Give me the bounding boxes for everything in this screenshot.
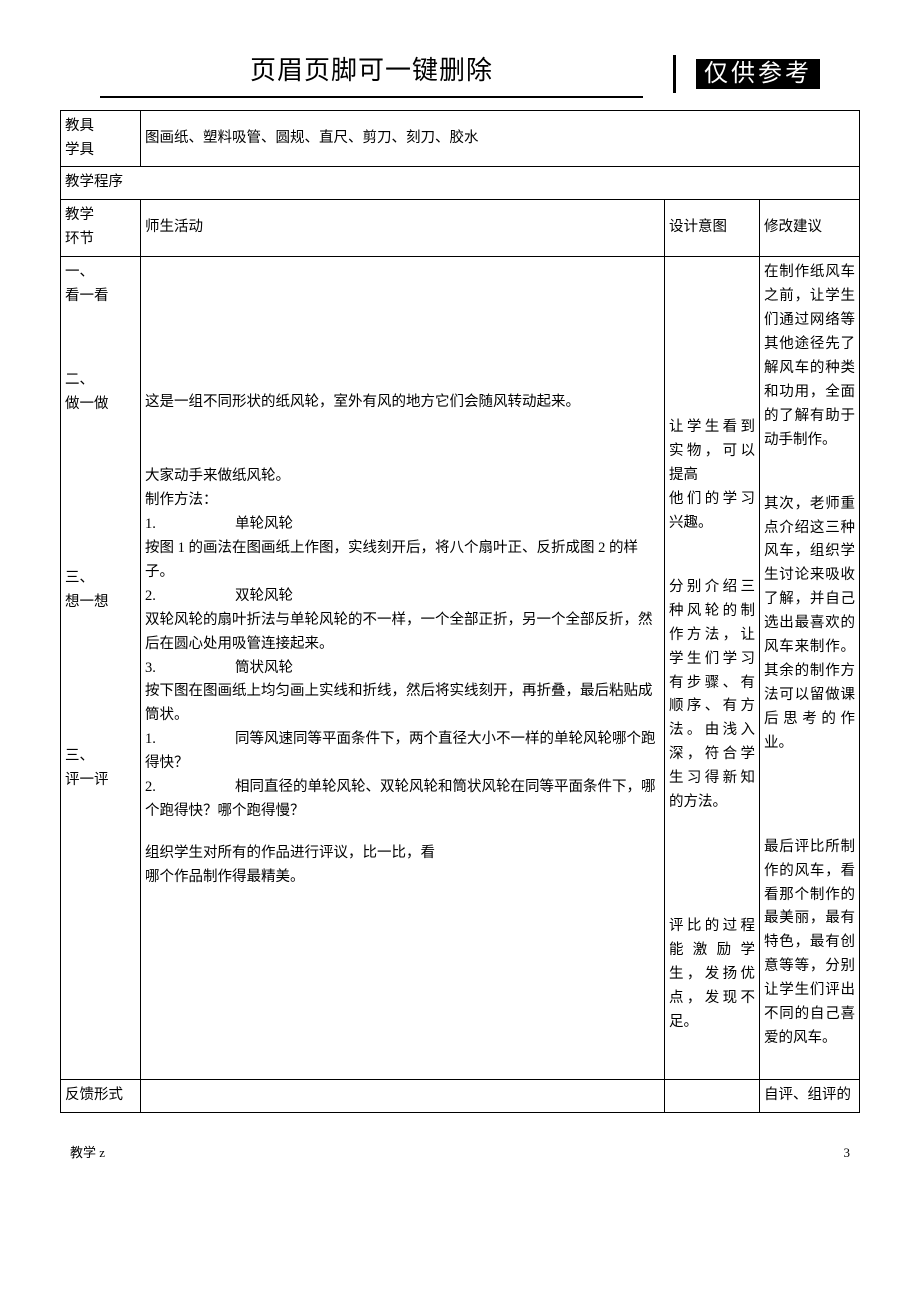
- item1-body: 按图 1 的画法在图画纸上作图，实线刻开后，将八个扇叶正、反折成图 2 的样子。: [145, 537, 660, 585]
- feedback-col4: 自评、组评的: [759, 1079, 859, 1112]
- page-footer: 教学 z 3: [60, 1143, 860, 1164]
- header-title: 页眉页脚可一键删除: [250, 56, 493, 85]
- stage-1: 一、 看一看: [65, 261, 136, 309]
- feedback-col3: [664, 1079, 759, 1112]
- q2-num: 2.: [145, 776, 235, 800]
- activity-2: 大家动手来做纸风轮。 制作方法： 1.单轮风轮 按图 1 的画法在图画纸上作图，…: [145, 465, 660, 728]
- suggestion-3: 最后评比所制作的风车，看看那个制作的最美丽，最有特色，最有创意等等，分别让学生们…: [764, 836, 855, 1051]
- suggestions-cell: 在制作纸风车之前，让学生们通过网络等其他途径先了解风车的种类和功用，全面的了解有…: [759, 257, 859, 1079]
- activity-2-method-label: 制作方法：: [145, 489, 660, 513]
- footer-page-number: 3: [844, 1143, 851, 1164]
- intent-1: 让学生看到实物，可以提高 他们的学习兴趣。: [669, 416, 755, 536]
- table-row-feedback: 反馈形式 自评、组评的: [61, 1079, 860, 1112]
- program-label: 教学程序: [61, 167, 860, 200]
- header-badge-wrap: 仅供参考: [673, 55, 820, 93]
- intent-2: 分别介绍三种风轮的制作方法，让学生们学习有步骤、有顺序、有方法。由浅入深，符合学…: [669, 576, 755, 815]
- lesson-plan-table: 教具 学具 图画纸、塑料吸管、圆规、直尺、剪刀、刻刀、胶水 教学程序 教学 环节…: [60, 110, 860, 1113]
- q1-num: 1.: [145, 728, 235, 752]
- tools-label: 教具 学具: [61, 110, 141, 167]
- feedback-label: 反馈形式: [61, 1079, 141, 1112]
- activity-4: 组织学生对所有的作品进行评议，比一比，看 哪个作品制作得最精美。: [145, 842, 660, 890]
- intents-cell: 让学生看到实物，可以提高 他们的学习兴趣。 分别介绍三种风轮的制作方法，让学生们…: [664, 257, 759, 1079]
- suggestion-2: 其次，老师重点介绍这三种风车，组织学生讨论来吸收了解，并自己选出最喜欢的风车来制…: [764, 493, 855, 756]
- stages-cell: 一、 看一看 二、 做一做 三、 想一想 三、 评一评: [61, 257, 141, 1079]
- item3-num: 3.: [145, 657, 235, 681]
- header-suggestion: 修改建议: [759, 200, 859, 257]
- header-badge: 仅供参考: [696, 59, 820, 89]
- method-item-2: 2.双轮风轮 双轮风轮的扇叶折法与单轮风轮的不一样，一个全部正折，另一个全部反折…: [145, 585, 660, 657]
- activity-1: 这是一组不同形状的纸风轮，室外有风的地方它们会随风转动起来。: [145, 391, 660, 415]
- stage-4: 三、 评一评: [65, 745, 136, 793]
- item2-title: 双轮风轮: [235, 588, 293, 604]
- header-intent: 设计意图: [664, 200, 759, 257]
- item1-num: 1.: [145, 513, 235, 537]
- method-item-1: 1.单轮风轮 按图 1 的画法在图画纸上作图，实线刻开后，将八个扇叶正、反折成图…: [145, 513, 660, 585]
- table-row-program: 教学程序: [61, 167, 860, 200]
- table-row-main: 一、 看一看 二、 做一做 三、 想一想 三、 评一评 这是一组不同形状的纸风轮…: [61, 257, 860, 1079]
- item3-body: 按下图在图画纸上均匀画上实线和折线，然后将实线刻开，再折叠，最后粘贴成筒状。: [145, 680, 660, 728]
- item3-title: 筒状风轮: [235, 660, 293, 676]
- method-item-3: 3.筒状风轮 按下图在图画纸上均匀画上实线和折线，然后将实线刻开，再折叠，最后粘…: [145, 657, 660, 729]
- header-title-wrap: 页眉页脚可一键删除: [100, 50, 643, 98]
- item1-title: 单轮风轮: [235, 516, 293, 532]
- item2-num: 2.: [145, 585, 235, 609]
- item2-body: 双轮风轮的扇叶折法与单轮风轮的不一样，一个全部正折，另一个全部反折，然后在圆心处…: [145, 609, 660, 657]
- activities-cell: 这是一组不同形状的纸风轮，室外有风的地方它们会随风转动起来。 大家动手来做纸风轮…: [141, 257, 665, 1079]
- question-2: 2.相同直径的单轮风轮、双轮风轮和筒状风轮在同等平面条件下，哪个跑得快？哪个跑得…: [145, 776, 660, 824]
- stage-3: 三、 想一想: [65, 567, 136, 615]
- page-header: 页眉页脚可一键删除 仅供参考: [60, 50, 860, 98]
- table-row-headers: 教学 环节 师生活动 设计意图 修改建议: [61, 200, 860, 257]
- header-stage: 教学 环节: [61, 200, 141, 257]
- question-1: 1.同等风速同等平面条件下，两个直径大小不一样的单轮风轮哪个跑得快？: [145, 728, 660, 776]
- intent-3: 评比的过程能激励学生，发扬优点，发现不足。: [669, 915, 755, 1035]
- activity-3: 1.同等风速同等平面条件下，两个直径大小不一样的单轮风轮哪个跑得快？ 2.相同直…: [145, 728, 660, 824]
- stage-2: 二、 做一做: [65, 369, 136, 417]
- footer-left: 教学 z: [70, 1143, 105, 1164]
- table-row-tools: 教具 学具 图画纸、塑料吸管、圆规、直尺、剪刀、刻刀、胶水: [61, 110, 860, 167]
- header-activity: 师生活动: [141, 200, 665, 257]
- feedback-col2: [141, 1079, 665, 1112]
- activity-2-intro: 大家动手来做纸风轮。: [145, 465, 660, 489]
- suggestion-1: 在制作纸风车之前，让学生们通过网络等其他途径先了解风车的种类和功用，全面的了解有…: [764, 261, 855, 452]
- tools-content: 图画纸、塑料吸管、圆规、直尺、剪刀、刻刀、胶水: [141, 110, 860, 167]
